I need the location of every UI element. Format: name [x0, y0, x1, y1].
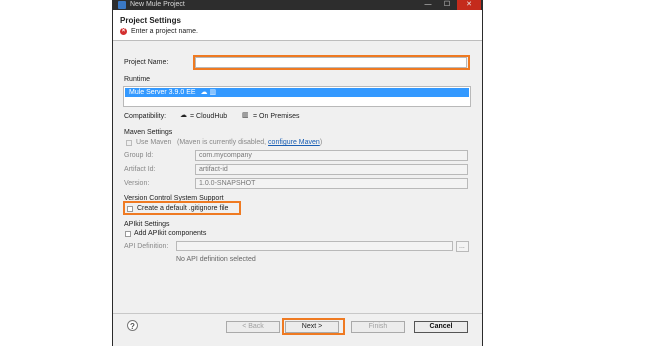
apikit-section-title: APIkit Settings: [124, 221, 170, 228]
window-title: New Mule Project: [130, 1, 185, 8]
server-icon: ▥: [242, 112, 249, 119]
cancel-button[interactable]: Cancel: [414, 321, 468, 333]
next-button-highlight: [282, 318, 345, 335]
close-button[interactable]: ✕: [457, 0, 481, 10]
maximize-button[interactable]: ☐: [438, 0, 456, 10]
help-icon[interactable]: ?: [127, 320, 138, 331]
footer-separator: [113, 313, 482, 314]
api-definition-field[interactable]: [176, 241, 453, 251]
new-mule-project-dialog: New Mule Project — ☐ ✕ Project Settings …: [112, 0, 483, 346]
project-name-highlight: [193, 55, 470, 70]
use-maven-label: Use Maven: [136, 139, 172, 146]
compatibility-label: Compatibility:: [124, 113, 167, 120]
maven-disabled-note: (Maven is currently disabled, configure …: [177, 139, 322, 147]
runtime-selected-item[interactable]: Mule Server 3.9.0 EE ☁ ▥: [125, 88, 469, 97]
add-apikit-checkbox[interactable]: [125, 231, 131, 237]
api-definition-label: API Definition:: [124, 243, 169, 250]
error-message: Enter a project name.: [131, 28, 198, 35]
title-bar: New Mule Project — ☐ ✕: [113, 0, 482, 10]
browse-api-button[interactable]: ...: [456, 241, 469, 252]
cloud-icon: ☁: [200, 89, 208, 96]
no-api-definition-note: No API definition selected: [176, 256, 256, 263]
page-title: Project Settings: [120, 16, 181, 25]
back-button[interactable]: < Back: [226, 321, 280, 333]
artifact-id-label: Artifact Id:: [124, 166, 156, 173]
runtime-list[interactable]: Mule Server 3.9.0 EE ☁ ▥: [123, 86, 471, 107]
version-field[interactable]: 1.0.0-SNAPSHOT: [195, 178, 468, 189]
version-label: Version:: [124, 180, 150, 187]
cloudhub-legend: = CloudHub: [190, 113, 228, 120]
add-apikit-label: Add APIkit components: [134, 230, 207, 237]
cloud-icon: ☁: [180, 112, 187, 119]
mule-app-icon: [118, 1, 126, 9]
on-premises-legend: = On Premises: [253, 113, 300, 120]
server-icon: ▥: [209, 89, 217, 96]
group-id-field[interactable]: com.mycompany: [195, 150, 468, 161]
configure-maven-link[interactable]: configure Maven: [268, 139, 320, 146]
minimize-button[interactable]: —: [419, 0, 437, 10]
error-icon: ×: [120, 28, 127, 35]
runtime-selected-label: Mule Server 3.9.0 EE: [129, 89, 196, 96]
maven-note-suffix: ): [319, 139, 323, 146]
finish-button[interactable]: Finish: [351, 321, 405, 333]
artifact-id-field[interactable]: artifact-id: [195, 164, 468, 175]
group-id-label: Group Id:: [124, 152, 154, 159]
gitignore-highlight: [123, 201, 241, 215]
runtime-label: Runtime: [124, 76, 151, 83]
maven-note-prefix: (Maven is currently disabled,: [177, 139, 267, 146]
wizard-header: Project Settings × Enter a project name.: [113, 10, 482, 41]
maven-section-title: Maven Settings: [124, 129, 173, 136]
use-maven-checkbox[interactable]: [126, 140, 132, 146]
project-name-label: Project Name:: [124, 59, 169, 66]
